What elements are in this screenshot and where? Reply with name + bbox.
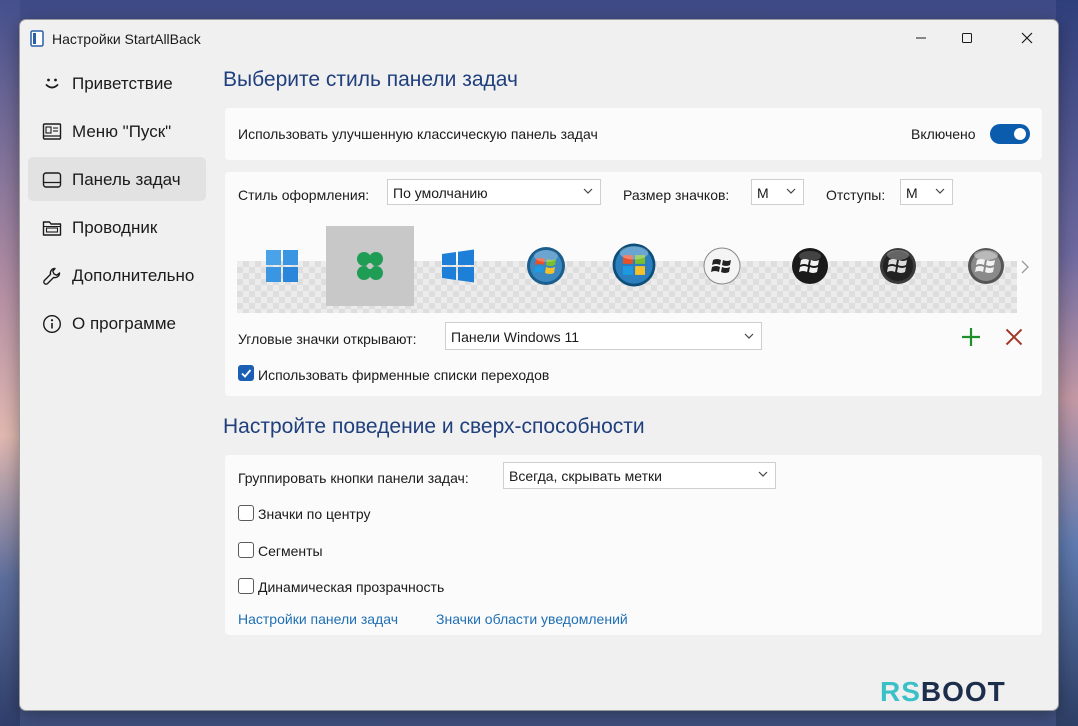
windows-vista-orb-icon	[612, 243, 656, 287]
center-icons-checkbox[interactable]	[238, 505, 254, 521]
corner-icons-select[interactable]: Панели Windows 11	[445, 322, 762, 350]
taskbar-settings-link[interactable]: Настройки панели задач	[238, 611, 398, 627]
padding-select-value: M	[906, 185, 918, 201]
chevron-down-icon	[758, 471, 768, 477]
title-bar: Настройки StartAllBack	[20, 20, 1058, 56]
jumplists-label: Использовать фирменные списки переходов	[258, 367, 550, 383]
style-option-silver-orb[interactable]	[942, 226, 1030, 306]
desktop-wallpaper-left	[0, 0, 20, 726]
sidebar-item-label: Меню "Пуск"	[72, 122, 172, 141]
jumplists-checkbox[interactable]	[238, 365, 254, 381]
theme-label: Стиль оформления:	[238, 187, 370, 203]
windows-10-start-icon	[442, 249, 474, 283]
segments-checkbox[interactable]	[238, 542, 254, 558]
style-option-white-orb[interactable]	[678, 226, 766, 306]
close-icon	[1021, 32, 1033, 44]
chevron-down-icon	[935, 188, 945, 194]
taskbar-style-heading: Выберите стиль панели задач	[223, 68, 518, 91]
close-button[interactable]	[1004, 20, 1050, 56]
center-icons-label: Значки по центру	[258, 506, 371, 522]
smile-icon	[45, 78, 59, 89]
minimize-icon	[916, 37, 926, 39]
style-option-windows-10[interactable]	[414, 226, 502, 306]
style-option-windows-vista[interactable]	[590, 226, 678, 306]
silver-orb-icon	[968, 248, 1004, 284]
group-buttons-label: Группировать кнопки панели задач:	[238, 470, 469, 486]
style-option-windows-7[interactable]	[502, 226, 590, 306]
style-option-clover[interactable]	[326, 226, 414, 306]
tray-icons-link[interactable]: Значки области уведомлений	[436, 611, 628, 627]
sidebar-item-label: Проводник	[72, 218, 158, 237]
sidebar-item-label: Дополнительно	[72, 266, 195, 285]
corner-icons-label: Угловые значки открывают:	[238, 331, 417, 347]
start-menu-icon	[42, 123, 62, 140]
settings-window: Настройки StartAllBack Приветствие Меню …	[19, 19, 1059, 711]
sidebar-item-explorer[interactable]: Проводник	[28, 205, 206, 249]
sidebar-item-advanced[interactable]: Дополнительно	[28, 253, 206, 297]
dynamic-transparency-checkbox[interactable]	[238, 578, 254, 594]
windows-11-start-icon	[266, 250, 298, 282]
add-icon[interactable]	[961, 327, 981, 347]
maximize-button[interactable]	[944, 20, 990, 56]
icon-size-select[interactable]: M	[751, 179, 804, 205]
file-explorer-icon	[42, 221, 62, 236]
style-option-windows-11[interactable]	[238, 226, 326, 306]
taskbar-icon	[42, 172, 62, 188]
app-icon	[30, 30, 44, 47]
padding-label: Отступы:	[826, 187, 886, 203]
sidebar-item-label: Приветствие	[72, 74, 173, 93]
enhanced-taskbar-label: Использовать улучшенную классическую пан…	[238, 126, 598, 142]
group-buttons-select-value: Всегда, скрывать метки	[509, 468, 662, 484]
enhanced-taskbar-toggle[interactable]	[990, 124, 1030, 144]
white-orb-icon	[703, 247, 741, 285]
dynamic-transparency-label: Динамическая прозрачность	[258, 579, 445, 595]
sidebar-item-about[interactable]: О программе	[28, 301, 206, 345]
corner-icons-select-value: Панели Windows 11	[451, 329, 579, 345]
rsboot-watermark: RSBOOT	[880, 676, 1006, 707]
remove-icon[interactable]	[1005, 328, 1023, 346]
sidebar-item-label: Панель задач	[72, 170, 181, 189]
icon-size-label: Размер значков:	[623, 187, 730, 203]
sidebar-item-start-menu[interactable]: Меню "Пуск"	[28, 109, 206, 153]
desktop-wallpaper-right	[1056, 0, 1078, 726]
behavior-heading: Настройте поведение и сверх-способности	[223, 415, 645, 438]
info-icon	[42, 314, 62, 334]
toggle-state-label: Включено	[911, 126, 976, 142]
theme-select[interactable]: По умолчанию	[387, 179, 601, 205]
black-orb-icon	[792, 248, 828, 284]
wrench-icon	[43, 267, 61, 285]
chevron-down-icon	[786, 188, 796, 194]
theme-select-value: По умолчанию	[393, 185, 488, 201]
clover-start-icon	[357, 252, 383, 280]
chevron-right-icon[interactable]	[1020, 260, 1030, 274]
minimize-button[interactable]	[898, 20, 944, 56]
style-option-black-orb[interactable]	[766, 226, 854, 306]
sidebar-item-taskbar[interactable]: Панель задач	[28, 157, 206, 201]
window-title: Настройки StartAllBack	[52, 31, 201, 47]
maximize-icon	[962, 33, 972, 43]
padding-select[interactable]: M	[900, 179, 953, 205]
style-option-dark-orb[interactable]	[854, 226, 942, 306]
dark-orb-icon	[880, 248, 916, 284]
chevron-down-icon	[744, 333, 754, 339]
checkmark-icon	[241, 369, 252, 378]
windows-7-orb-icon	[527, 247, 565, 285]
chevron-down-icon	[583, 188, 593, 194]
toggle-knob	[1014, 128, 1026, 140]
segments-label: Сегменты	[258, 543, 323, 559]
icon-size-select-value: M	[757, 185, 769, 201]
sidebar-item-label: О программе	[72, 314, 177, 333]
sidebar-item-welcome[interactable]: Приветствие	[28, 61, 206, 105]
group-buttons-select[interactable]: Всегда, скрывать метки	[503, 462, 776, 489]
